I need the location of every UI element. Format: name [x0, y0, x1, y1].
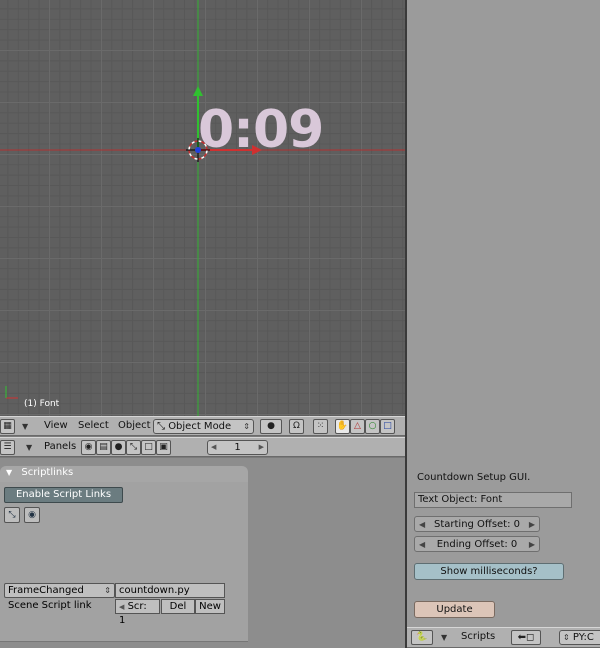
frame-number-field[interactable]: ◀ 1 ▶ — [207, 440, 268, 455]
hand-manipulator-icon[interactable]: ✋ — [335, 419, 350, 434]
update-button[interactable]: Update — [414, 601, 495, 618]
object-icon[interactable]: ⤡ — [126, 440, 141, 455]
enable-script-links-button[interactable]: Enable Script Links — [4, 487, 123, 503]
delete-button[interactable]: Del — [161, 599, 195, 614]
axis-gizmo-icon — [5, 386, 18, 399]
buttons-header: ☰ ▼ Panels ◉ ▤ ● ⤡ □ ▣ ◀ 1 ▶ — [0, 437, 405, 457]
header-collapse-icon-3[interactable]: ▼ — [441, 633, 447, 642]
show-milliseconds-toggle[interactable]: Show milliseconds? — [414, 563, 564, 580]
object-scriptlink-icon[interactable]: ⤡ — [4, 507, 20, 523]
window-type-grid-icon[interactable]: ▦ — [0, 419, 15, 434]
scriptlinks-panel-header[interactable]: ▼ Scriptlinks — [0, 466, 248, 482]
decrement-arrow-icon[interactable]: ◀ — [211, 441, 216, 454]
text-object[interactable]: 0:09 — [198, 100, 324, 160]
script-select-label: PY:C — [572, 632, 594, 643]
event-select-label: FrameChanged — [8, 585, 84, 596]
menu-panels[interactable]: Panels — [44, 441, 76, 452]
window-type-script-icon[interactable]: 🐍 — [411, 630, 433, 645]
scale-icon[interactable]: □ — [380, 419, 395, 434]
increment-arrow-icon-3[interactable]: ▶ — [529, 520, 535, 529]
new-button[interactable]: New — [195, 599, 225, 614]
chevron-updown-icon: ⇕ — [243, 422, 250, 431]
back-arrow-icon[interactable]: ⬅◻ — [511, 630, 541, 645]
chevron-updown-icon-3: ⇕ — [563, 633, 570, 642]
script-name-field[interactable]: countdown.py — [115, 583, 225, 598]
layer-grid-icon[interactable]: ⁙ — [313, 419, 328, 434]
scripts-menu[interactable]: Scripts — [461, 631, 495, 642]
viewport-status-label: (1) Font — [24, 399, 60, 409]
mode-select[interactable]: ⤡ Object Mode ⇕ — [153, 419, 254, 434]
scene-icon[interactable]: ▣ — [156, 440, 171, 455]
menu-object[interactable]: Object — [118, 420, 151, 431]
viewport-overlay — [0, 0, 405, 416]
script-icon[interactable]: ▤ — [96, 440, 111, 455]
header-collapse-icon[interactable]: ▼ — [22, 422, 28, 431]
draw-type-icon[interactable]: ● — [260, 419, 282, 434]
chevron-updown-icon-2: ⇕ — [104, 586, 111, 595]
menu-select[interactable]: Select — [78, 420, 109, 431]
shading-icon[interactable]: ● — [111, 440, 126, 455]
mode-icon: ⤡ — [157, 421, 165, 432]
world-scriptlink-icon[interactable]: ◉ — [24, 507, 40, 523]
increment-arrow-icon[interactable]: ▶ — [259, 441, 264, 454]
scene-script-link-label: Scene Script link — [8, 600, 92, 611]
frame-number-value: 1 — [234, 442, 241, 453]
mode-select-label: Object Mode — [168, 421, 232, 432]
rotate-icon[interactable]: ○ — [365, 419, 380, 434]
scriptlinks-panel-title: Scriptlinks — [21, 467, 74, 478]
script-slot-field[interactable]: ◀ Scr: 1 — [115, 599, 160, 626]
logic-icon[interactable]: ◉ — [81, 440, 96, 455]
ending-offset-label: Ending Offset: 0 — [436, 538, 518, 550]
editing-icon[interactable]: □ — [141, 440, 156, 455]
panel-collapse-icon[interactable]: ▼ — [6, 468, 12, 477]
pivot-icon[interactable]: Ω — [289, 419, 304, 434]
script-select[interactable]: ⇕ PY:C — [559, 630, 600, 645]
scripts-header: 🐍 ▼ Scripts ⬅◻ ⇕ PY:C — [407, 627, 600, 648]
translate-icon[interactable]: △ — [350, 419, 365, 434]
text-object-field[interactable]: Text Object: Font — [414, 492, 572, 508]
starting-offset-label: Starting Offset: 0 — [433, 518, 521, 530]
event-select[interactable]: FrameChanged ⇕ — [4, 583, 115, 598]
script-gui-title: Countdown Setup GUI. — [417, 472, 531, 483]
window-type-buttons-icon[interactable]: ☰ — [0, 440, 15, 455]
view3d-header: ▦ ▼ View Select Object ⤡ Object Mode ⇕ ●… — [0, 416, 405, 436]
decrement-arrow-icon-2[interactable]: ◀ — [119, 603, 124, 611]
menu-view[interactable]: View — [44, 420, 68, 431]
starting-offset-field[interactable]: ◀ Starting Offset: 0 ▶ — [414, 516, 540, 532]
header-collapse-icon-2[interactable]: ▼ — [26, 443, 32, 452]
ending-offset-field[interactable]: ◀ Ending Offset: 0 ▶ — [414, 536, 540, 552]
3d-viewport[interactable]: 0:09 (1) Font — [0, 0, 405, 416]
increment-arrow-icon-4[interactable]: ▶ — [529, 540, 535, 549]
script-window — [407, 0, 600, 628]
